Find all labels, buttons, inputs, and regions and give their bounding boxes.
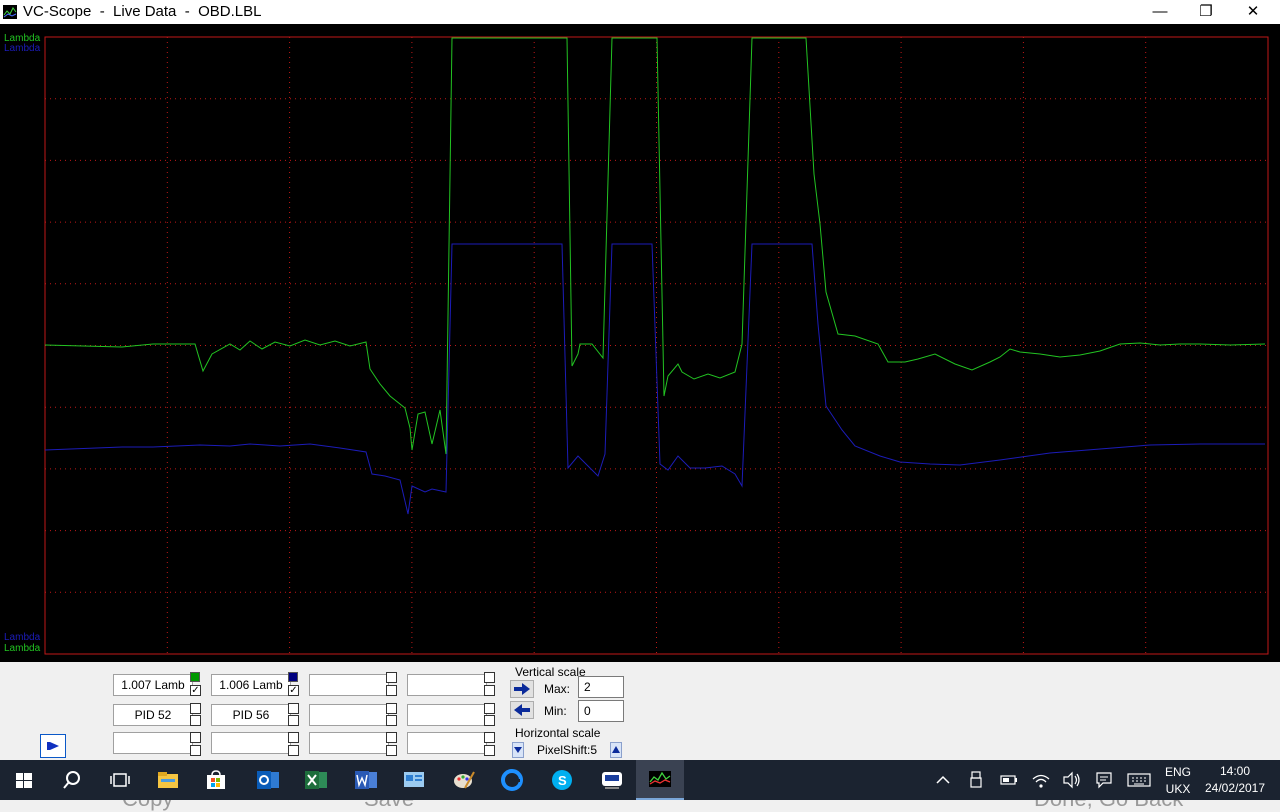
search-icon[interactable] (48, 760, 96, 800)
scope-grid (45, 37, 1268, 654)
spin-down-icon (514, 747, 522, 753)
minimize-button[interactable]: — (1137, 0, 1183, 24)
store-icon[interactable] (192, 760, 240, 800)
play-arrow-icon (47, 742, 59, 750)
show-hidden-icons-icon[interactable] (935, 772, 951, 788)
channel-4-pid[interactable] (407, 704, 487, 726)
channel-2-pid-checkbox[interactable] (288, 715, 299, 726)
channel-1-pid: PID 52 (113, 704, 193, 726)
volume-icon[interactable] (1062, 771, 1082, 789)
channel-3-extra-swatch[interactable] (386, 732, 397, 743)
controls-panel: 1.007 Lamb ✓ PID 52 1.006 Lamb ✓ PID 56 … (0, 662, 1280, 760)
task-view-icon[interactable] (96, 760, 144, 800)
arrow-right-icon (514, 683, 530, 695)
channel-1-value: 1.007 Lamb (113, 674, 193, 696)
channel-2-pid: PID 56 (211, 704, 291, 726)
keyboard-icon[interactable] (1127, 772, 1151, 788)
excel-icon[interactable] (292, 760, 340, 800)
channel-1-pid-checkbox[interactable] (190, 715, 201, 726)
pixelshift-value: PixelShift:5 (537, 743, 598, 757)
channel-3-extra[interactable] (309, 732, 389, 754)
channel-4-extra[interactable] (407, 732, 487, 754)
wifi-icon[interactable] (1031, 770, 1051, 790)
vcds-icon[interactable] (588, 760, 636, 800)
channel-2-value: 1.006 Lamb (211, 674, 291, 696)
channel-3-pid[interactable] (309, 704, 389, 726)
bottom-axis-label-2: Lambda (4, 643, 41, 654)
window-title: VC-Scope - Live Data - OBD.LBL (23, 3, 262, 20)
channel-1-color-swatch[interactable] (190, 672, 200, 682)
clock-time[interactable]: 14:00 (1200, 764, 1270, 778)
channel-3-checkbox[interactable] (386, 685, 397, 696)
channel-1-extra-checkbox[interactable] (190, 745, 201, 756)
file-explorer-icon[interactable] (144, 760, 192, 800)
lambda-trace-blue (44, 243, 1265, 515)
channel-4-color-swatch[interactable] (484, 672, 495, 683)
paint-icon[interactable] (440, 760, 488, 800)
taskbar: S ENG UKX 14:00 24/02/2017 (0, 760, 1280, 800)
channel-4-extra-checkbox[interactable] (484, 745, 495, 756)
maximize-button[interactable]: ❐ (1183, 0, 1229, 24)
channel-1-pid-swatch[interactable] (190, 703, 201, 714)
scope-frame (44, 36, 1269, 655)
arrow-left-icon (514, 704, 530, 716)
language-indicator-line1[interactable]: ENG (1160, 765, 1196, 779)
title-bar: VC-Scope - Live Data - OBD.LBL — ❐ ✕ (0, 0, 1280, 24)
lambda-trace-green (44, 37, 1266, 455)
svg-text:S: S (558, 773, 567, 788)
channel-4-extra-swatch[interactable] (484, 732, 495, 743)
min-input[interactable]: 0 (578, 700, 624, 722)
vc-scope-icon[interactable] (636, 760, 684, 800)
horizontal-scale-label: Horizontal scale (515, 726, 601, 740)
vertical-scale-increase-button[interactable] (510, 680, 534, 698)
spin-up-icon (612, 746, 620, 753)
pixelshift-down-button[interactable] (512, 742, 524, 758)
vc-scope-app-icon (3, 5, 17, 19)
scope-plot (44, 36, 1269, 655)
control-panel-icon[interactable] (390, 760, 438, 800)
channel-2-extra-checkbox[interactable] (288, 745, 299, 756)
channel-2-color-swatch[interactable] (288, 672, 298, 682)
channel-3-pid-swatch[interactable] (386, 703, 397, 714)
channel-3-extra-checkbox[interactable] (386, 745, 397, 756)
channel-4-value[interactable] (407, 674, 487, 696)
channel-3-value[interactable] (309, 674, 389, 696)
clock-date[interactable]: 24/02/2017 (1200, 781, 1270, 795)
channel-1-extra-swatch[interactable] (190, 732, 201, 743)
max-label: Max: (544, 682, 571, 696)
skype-icon[interactable]: S (538, 760, 586, 800)
language-indicator-line2[interactable]: UKX (1160, 782, 1196, 796)
top-axis-label-2: Lambda (4, 43, 41, 54)
windows-start-icon[interactable] (0, 760, 48, 800)
bottom-axis-label-1: Lambda (4, 632, 41, 643)
max-input[interactable]: 2 (578, 676, 624, 698)
vertical-scale-label: Vertical scale (515, 665, 586, 679)
channel-2-extra[interactable] (211, 732, 291, 754)
edge-icon[interactable] (488, 760, 536, 800)
run-button[interactable] (40, 734, 66, 758)
channel-4-checkbox[interactable] (484, 685, 495, 696)
channel-2-pid-swatch[interactable] (288, 703, 299, 714)
channel-2-checkbox[interactable]: ✓ (288, 685, 299, 696)
channel-3-pid-checkbox[interactable] (386, 715, 397, 726)
pixelshift-up-button[interactable] (610, 742, 622, 758)
close-button[interactable]: ✕ (1230, 0, 1276, 24)
word-icon[interactable] (342, 760, 390, 800)
channel-2-extra-swatch[interactable] (288, 732, 299, 743)
vertical-scale-decrease-button[interactable] (510, 701, 534, 719)
scope-display: Lambda Lambda Lambda Lambda (0, 24, 1280, 662)
outlook-icon[interactable] (244, 760, 292, 800)
channel-1-checkbox[interactable]: ✓ (190, 685, 201, 696)
channel-3-color-swatch[interactable] (386, 672, 397, 683)
usb-icon[interactable] (968, 771, 984, 789)
channel-1-extra[interactable] (113, 732, 193, 754)
channel-4-pid-swatch[interactable] (484, 703, 495, 714)
min-label: Min: (544, 704, 567, 718)
battery-icon[interactable] (1000, 773, 1018, 787)
notifications-icon[interactable] (1095, 771, 1113, 789)
channel-4-pid-checkbox[interactable] (484, 715, 495, 726)
